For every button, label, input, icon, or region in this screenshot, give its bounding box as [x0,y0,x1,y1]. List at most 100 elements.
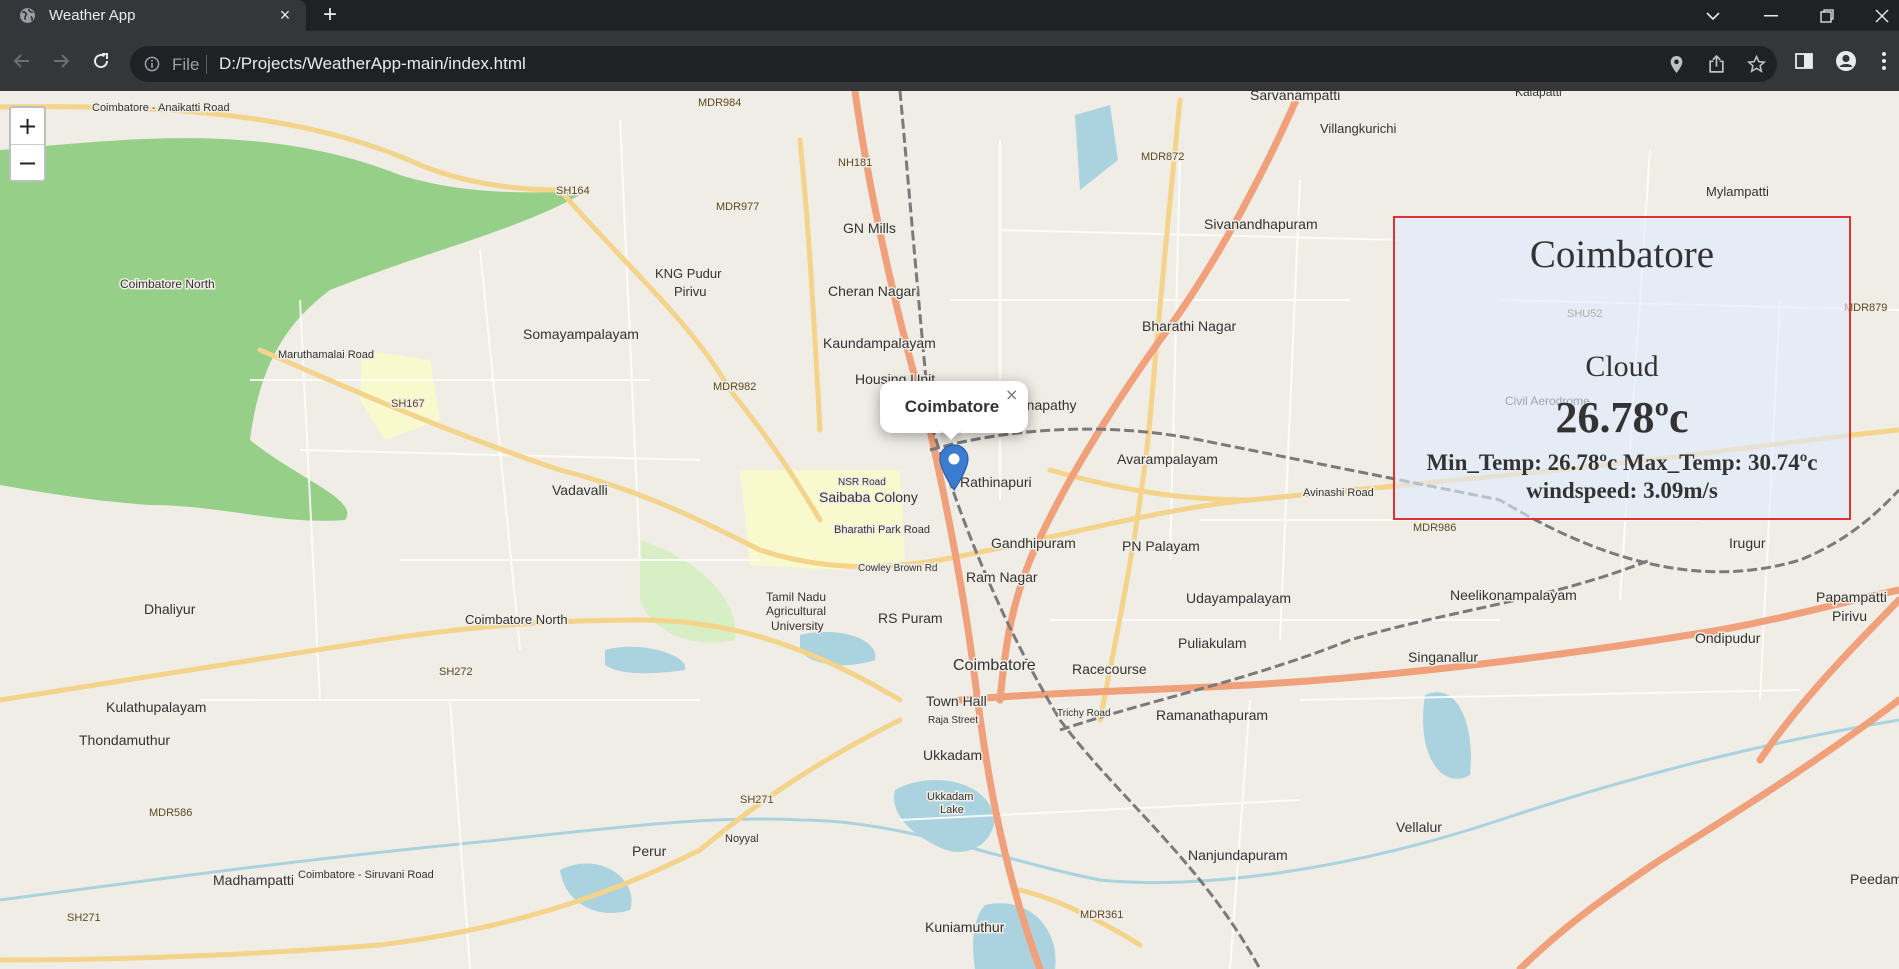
restore-icon[interactable] [1807,0,1847,31]
map-place-label: Cheran Nagar [828,283,916,299]
address-bar[interactable]: File D:/Projects/WeatherApp-main/index.h… [130,46,1777,82]
weather-condition: Cloud [1585,350,1659,383]
map-place-label: Nanjundapuram [1188,847,1288,863]
map-marker-icon[interactable] [938,444,970,492]
map-place-label: Ukkadam [923,747,982,763]
lake [973,903,1056,969]
map-place-label: Gandhipuram [991,535,1076,551]
browser-toolbar: File D:/Projects/WeatherApp-main/index.h… [0,31,1899,91]
map-place-label: Pirivu [674,284,707,299]
map-place-label: Puliakulam [1178,635,1246,651]
forest-area [0,138,585,521]
popup-tip [940,431,962,443]
tab-search-icon[interactable] [1693,0,1733,31]
map-place-label: Udayampalayam [1186,590,1291,606]
forward-icon[interactable] [47,47,75,75]
map-place-label: MDR872 [1141,151,1184,163]
map-place-label: GN Mills [843,220,896,236]
popup-city-label: Coimbatore [904,397,1000,416]
close-window-icon[interactable] [1862,0,1899,31]
map-place-label: Agricultural [766,604,826,618]
map-place-label: MDR984 [698,97,741,109]
map-place-label: Villangkurichi [1320,121,1396,136]
bookmark-star-icon[interactable] [1747,55,1766,74]
weather-card: Coimbatore Cloud 26.78ºc Min_Temp: 26.78… [1393,216,1851,520]
map-place-label: MDR586 [149,807,192,819]
browser-tab[interactable]: Weather App × [0,0,306,31]
map-place-label: Ram Nagar [966,569,1038,585]
share-icon[interactable] [1707,55,1726,74]
map-place-label: PN Palayam [1122,538,1200,554]
map-place-label: Ramanathapuram [1156,707,1268,723]
map-place-label: Coimbatore [953,657,1036,674]
zoom-in-button[interactable]: + [11,108,44,144]
map-place-label: Pirivu [1832,608,1867,624]
back-icon[interactable] [8,47,36,75]
map-place-label: MDR361 [1080,909,1123,921]
map-place-label: Sivanandhapuram [1204,216,1318,232]
map-place-label: Vellalur [1396,819,1442,835]
map-place-label: Noyyal [725,833,759,845]
map-place-label: Maruthamalai Road [278,349,374,361]
tab-strip: Weather App × + [0,0,1899,31]
map-place-label: Racecourse [1072,661,1147,677]
map-place-label: Papampatti [1816,589,1887,605]
map-place-label: Peedam [1850,871,1899,887]
minimize-icon[interactable] [1751,0,1791,31]
map-place-label: Thondamuthur [79,732,170,748]
info-icon[interactable] [144,56,160,72]
scheme-label: File [172,55,200,74]
weather-windspeed: windspeed: 3.09m/s [1526,478,1718,503]
map-place-label: Trichy Road [1057,708,1111,719]
map-place-label: Perur [632,843,667,859]
map-place-label: Avinashi Road [1303,487,1374,499]
map-place-label: Ukkadam [927,791,973,803]
reload-icon[interactable] [87,47,115,75]
globe-icon [20,8,35,23]
zoom-out-button[interactable]: − [11,144,44,180]
popup-close-icon[interactable]: × [1005,385,1018,404]
map-place-label: SH272 [439,666,473,678]
more-menu-icon[interactable] [1873,50,1895,72]
map-place-label: Coimbatore North [120,277,215,291]
map-place-label: NH181 [838,157,872,169]
map-place-label: RS Puram [878,610,943,626]
map-place-label: SH164 [556,185,590,197]
map-place-label: Rathinapuri [960,474,1032,490]
marker-popup: Coimbatore × [880,381,1028,433]
map-place-label: Mylampatti [1706,184,1769,199]
side-panel-icon[interactable] [1793,50,1815,72]
map-place-label: Cowley Brown Rd [858,563,937,574]
map-place-label: Kalapatti [1515,91,1562,99]
profile-icon[interactable] [1835,50,1857,72]
weather-city: Coimbatore [1529,233,1715,276]
map-place-label: SH271 [740,794,774,806]
url-text[interactable]: D:/Projects/WeatherApp-main/index.html [219,54,526,74]
map-place-label: Avarampalayam [1117,451,1218,467]
map-place-label: University [771,619,824,633]
lake [605,646,686,674]
location-pin-icon[interactable] [1667,55,1686,74]
map-place-label: Coimbatore - Siruvani Road [298,869,434,881]
weather-temperature: 26.78ºc [1555,393,1689,442]
map-place-label: Vadavalli [552,482,608,498]
map-place-label: KNG Pudur [655,266,722,281]
map-place-label: Ondipudur [1695,630,1761,646]
tab-close-icon[interactable]: × [275,5,295,25]
map-place-label: Dhaliyur [144,601,196,617]
map-place-label: Kaundampalayam [823,335,936,351]
weather-min-max: Min_Temp: 26.78ºc Max_Temp: 30.74ºc [1426,450,1818,475]
map-place-label: Raja Street [928,715,978,726]
map-place-label: Bharathi Nagar [1142,318,1237,334]
map-place-label: Bharathi Park Road [834,524,930,536]
map-place-label: SH271 [67,912,101,924]
map-place-label: SH167 [391,398,425,410]
omnibox-divider [206,55,207,74]
map-place-label: Tamil Nadu [766,590,826,604]
map-place-label: Kulathupalayam [106,699,206,715]
map-place-label: Coimbatore North [465,612,568,627]
map-place-label: MDR982 [713,381,756,393]
zoom-control: + − [9,106,46,182]
new-tab-button[interactable]: + [318,3,342,28]
map-place-label: MDR986 [1413,522,1456,534]
